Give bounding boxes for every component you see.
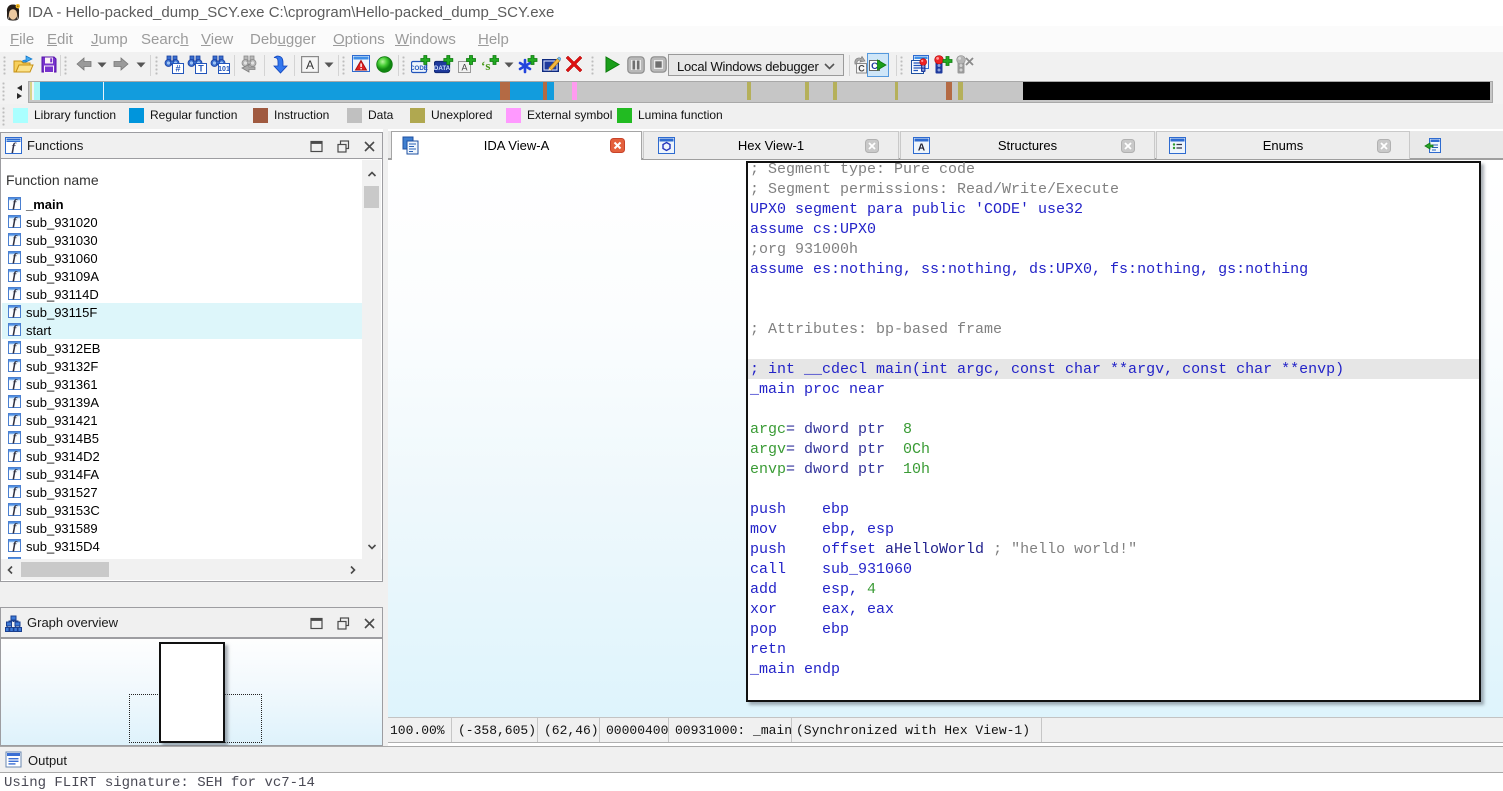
svg-text:A: A [461,63,467,73]
svg-text:DATA: DATA [434,65,451,72]
svg-text:#: # [175,64,180,74]
svg-text:A: A [306,58,314,72]
svg-text:C: C [858,64,865,74]
svg-text:A: A [918,143,925,154]
svg-text:‘s: ‘s [481,58,490,73]
svg-text:CODE: CODE [411,65,428,72]
svg-text:101: 101 [218,66,230,73]
svg-text:T: T [198,64,204,74]
svg-text:C: C [871,61,878,72]
